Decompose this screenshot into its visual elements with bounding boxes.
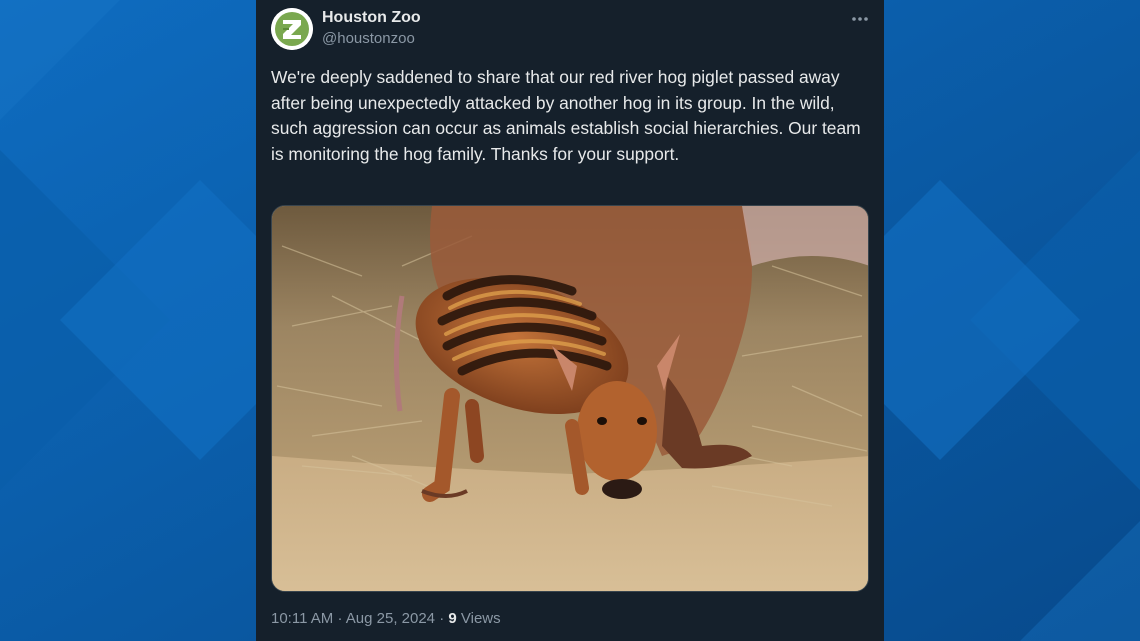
views-count: 9 <box>448 610 457 627</box>
tweet-date[interactable]: Aug 25, 2024 <box>346 610 435 627</box>
author-handle[interactable]: @houstonzoo <box>322 30 415 47</box>
more-options-icon[interactable] <box>848 10 872 28</box>
tweet-metadata: 10:11 AM · Aug 25, 2024 · 9 Views <box>271 610 501 627</box>
tweet-photo[interactable] <box>271 205 869 592</box>
piglet-photo-image <box>272 206 868 591</box>
tweet-time[interactable]: 10:11 AM <box>271 610 333 627</box>
author-display-name[interactable]: Houston Zoo <box>322 9 421 27</box>
meta-separator: · <box>439 610 445 627</box>
meta-separator: · <box>337 610 343 627</box>
houston-zoo-logo-icon <box>271 8 313 50</box>
avatar[interactable] <box>271 8 313 50</box>
tweet-text: We're deeply saddened to share that our … <box>271 67 861 164</box>
views-label: Views <box>460 610 501 627</box>
tweet-card: Houston Zoo @houstonzoo We're deeply sad… <box>256 0 884 641</box>
